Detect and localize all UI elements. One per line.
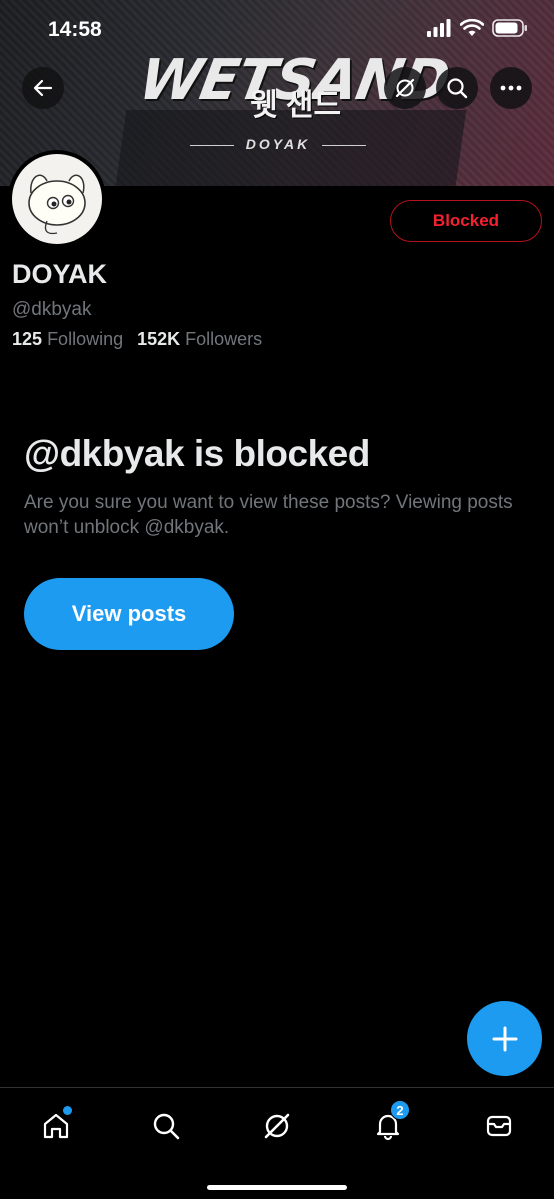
tab-home[interactable] — [34, 1104, 78, 1148]
battery-icon — [492, 19, 527, 37]
wifi-icon — [460, 19, 484, 36]
compose-post-button[interactable] — [467, 1001, 542, 1076]
blocked-description: Are you sure you want to view these post… — [24, 492, 513, 538]
home-icon — [43, 1113, 69, 1139]
back-button[interactable] — [22, 67, 64, 109]
grok-icon — [264, 1113, 290, 1139]
avatar[interactable] — [8, 150, 106, 248]
tab-messages[interactable] — [477, 1104, 521, 1148]
profile-name: DOYAK — [12, 259, 108, 289]
signal-icon — [427, 19, 451, 37]
follow-stats: 125 Following 152K Followers — [12, 329, 262, 350]
status-icons — [426, 19, 528, 37]
following-label: Following — [47, 329, 124, 349]
profile-handle: @dkbyak — [12, 299, 92, 320]
view-posts-button[interactable]: View posts — [24, 578, 234, 650]
following-count: 125 — [12, 329, 43, 349]
search-icon — [447, 78, 468, 99]
banner-subtitle: DOYAK — [190, 136, 366, 152]
search-button[interactable] — [436, 67, 478, 109]
grok-button[interactable] — [384, 67, 426, 109]
followers-label: Followers — [185, 329, 263, 349]
bottom-tab-bar: 2 — [0, 1087, 554, 1199]
home-indicator — [207, 1185, 347, 1190]
followers-count: 152K — [137, 329, 181, 349]
blocked-button[interactable]: Blocked — [390, 200, 542, 242]
character-illustration — [28, 174, 86, 235]
tab-grok[interactable] — [255, 1104, 299, 1148]
more-options-button[interactable] — [490, 67, 532, 109]
banner-korean-text: 웻 샌드 — [250, 89, 342, 122]
grok-icon — [395, 78, 415, 98]
following-link[interactable]: 125 Following — [12, 329, 123, 350]
followers-link[interactable]: 152K Followers — [137, 329, 262, 350]
status-time: 14:58 — [48, 18, 102, 41]
more-dots-icon — [500, 85, 522, 91]
tab-notifications[interactable]: 2 — [366, 1100, 410, 1148]
search-icon — [153, 1113, 180, 1140]
home-unread-dot — [63, 1106, 72, 1115]
tab-search[interactable] — [144, 1104, 188, 1148]
back-arrow-icon — [33, 79, 53, 97]
notifications-badge: 2 — [390, 1100, 410, 1120]
avatar-image — [12, 154, 102, 244]
mail-icon — [486, 1115, 512, 1137]
plus-icon — [492, 1026, 517, 1051]
blocked-title: @dkbyak is blocked — [24, 433, 370, 474]
